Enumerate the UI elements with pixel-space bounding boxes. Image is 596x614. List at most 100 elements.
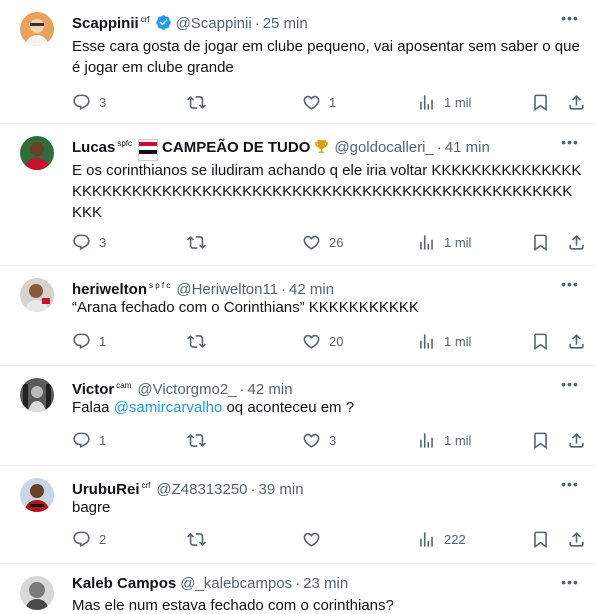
view-count: 1 mil xyxy=(444,234,472,250)
separator: · xyxy=(239,381,245,398)
name-suffix: cam xyxy=(116,381,132,390)
timestamp[interactable]: 42 min xyxy=(248,381,293,398)
bookmark-button[interactable] xyxy=(531,331,550,351)
reply-icon xyxy=(72,530,91,549)
tweet-actions: 3 26 1 mil xyxy=(72,232,582,252)
timestamp[interactable]: 39 min xyxy=(259,481,304,498)
timestamp[interactable]: 23 min xyxy=(303,575,348,592)
timestamp[interactable]: 42 min xyxy=(289,281,334,298)
more-icon[interactable]: ••• xyxy=(558,134,582,154)
share-icon xyxy=(567,93,586,112)
bookmark-icon xyxy=(531,332,550,351)
display-name[interactable]: UrubuRei xyxy=(72,481,140,498)
tweet-text: Falaa @samircarvalho oq aconteceu em ? xyxy=(72,397,582,418)
tweet[interactable]: Kaleb Campos @_kalebcampos · 23 min ••• Mas… xyxy=(0,564,596,614)
like-icon xyxy=(302,530,321,549)
views-icon xyxy=(417,233,436,252)
display-name-tail[interactable]: CAMPEÃO DE TUDO xyxy=(162,139,310,156)
like-button[interactable]: 3 xyxy=(302,430,336,450)
mention-link[interactable]: @samircarvalho xyxy=(114,399,223,416)
verified-badge-icon xyxy=(155,14,172,37)
views-button[interactable]: 1 mil xyxy=(417,331,471,351)
handle[interactable]: @Z48313250 xyxy=(156,481,247,498)
handle[interactable]: @_kalebcampos xyxy=(180,575,292,592)
reply-count: 1 xyxy=(99,333,107,349)
bookmark-button[interactable] xyxy=(531,529,550,549)
avatar[interactable] xyxy=(20,378,54,412)
view-count: 1 mil xyxy=(444,333,472,349)
tweet-actions: 1 20 1 mil xyxy=(72,331,582,351)
reply-button[interactable]: 3 xyxy=(72,232,106,252)
more-icon[interactable]: ••• xyxy=(558,476,582,496)
display-name[interactable]: Victor xyxy=(72,381,114,398)
avatar[interactable] xyxy=(20,278,54,312)
avatar[interactable] xyxy=(20,576,54,610)
bookmark-button[interactable] xyxy=(531,232,550,252)
more-icon[interactable]: ••• xyxy=(558,376,582,396)
separator: · xyxy=(436,139,442,156)
view-count: 222 xyxy=(444,531,466,547)
retweet-button[interactable] xyxy=(187,331,214,351)
retweet-button[interactable] xyxy=(187,529,214,549)
like-count: 26 xyxy=(329,234,344,250)
handle[interactable]: @Victorgmo2_ xyxy=(137,381,236,398)
retweet-button[interactable] xyxy=(187,430,214,450)
like-button[interactable]: 1 xyxy=(302,92,336,112)
bookmark-icon xyxy=(531,233,550,252)
more-icon[interactable]: ••• xyxy=(558,574,582,594)
more-icon[interactable]: ••• xyxy=(558,10,582,30)
handle[interactable]: @Scappinii xyxy=(176,15,252,32)
tweet[interactable]: Lucas spfc CAMPEÃO DE TUDO @goldocalleri_ · 4… xyxy=(0,124,596,266)
display-name[interactable]: heriwelton xyxy=(72,281,147,298)
tweet-text: Mas ele num estava fechado com o corinth… xyxy=(72,597,394,614)
avatar[interactable] xyxy=(20,136,54,170)
display-name[interactable]: Kaleb Campos xyxy=(72,575,176,592)
trophy-icon xyxy=(313,138,330,161)
views-button[interactable]: 1 mil xyxy=(417,430,471,450)
like-icon xyxy=(302,233,321,252)
reply-button[interactable]: 2 xyxy=(72,529,106,549)
views-button[interactable]: 1 mil xyxy=(417,92,471,112)
reply-button[interactable]: 1 xyxy=(72,331,106,351)
like-button[interactable] xyxy=(302,529,329,549)
avatar[interactable] xyxy=(20,478,54,512)
bookmark-button[interactable] xyxy=(531,92,550,112)
share-button[interactable] xyxy=(567,430,586,450)
view-count: 1 mil xyxy=(444,94,472,110)
tweet[interactable]: Scappinii crf @Scappinii · 25 min ••• Esse c… xyxy=(0,0,596,124)
tweet-text: Esse cara gosta de jogar em clube pequen… xyxy=(72,38,580,76)
views-button[interactable]: 1 mil xyxy=(417,232,471,252)
tweet-header: Scappinii crf @Scappinii · 25 min xyxy=(72,10,548,37)
like-icon xyxy=(302,93,321,112)
handle[interactable]: @goldocalleri_ xyxy=(334,139,433,156)
tweet[interactable]: heriwelton s p f c @Heriwelton11 · 42 min ••… xyxy=(0,266,596,366)
tweet[interactable]: Victor cam @Victorgmo2_ · 42 min ••• Falaa @… xyxy=(0,366,596,466)
share-button[interactable] xyxy=(567,232,586,252)
retweet-button[interactable] xyxy=(187,232,214,252)
separator: · xyxy=(250,481,256,498)
avatar[interactable] xyxy=(20,12,54,46)
retweet-button[interactable] xyxy=(187,92,214,112)
views-button[interactable]: 222 xyxy=(417,529,466,549)
display-name[interactable]: Lucas xyxy=(72,139,115,156)
share-button[interactable] xyxy=(567,529,586,549)
timestamp[interactable]: 41 min xyxy=(445,139,490,156)
share-button[interactable] xyxy=(567,92,586,112)
share-icon xyxy=(567,233,586,252)
bookmark-button[interactable] xyxy=(531,430,550,450)
like-count: 3 xyxy=(329,432,337,448)
more-icon[interactable]: ••• xyxy=(558,276,582,296)
reply-count: 3 xyxy=(99,234,107,250)
reply-count: 3 xyxy=(99,94,107,110)
handle[interactable]: @Heriwelton11 xyxy=(176,281,278,298)
tweet[interactable]: UrubuRei crf @Z48313250 · 39 min ••• bagre 2… xyxy=(0,466,596,564)
share-button[interactable] xyxy=(567,331,586,351)
display-name[interactable]: Scappinii xyxy=(72,15,139,32)
tweet-actions: 1 3 1 mil xyxy=(72,430,582,450)
like-button[interactable]: 26 xyxy=(302,232,343,252)
reply-button[interactable]: 1 xyxy=(72,430,106,450)
like-button[interactable]: 20 xyxy=(302,331,343,351)
reply-button[interactable]: 3 xyxy=(72,92,106,112)
bookmark-icon xyxy=(531,530,550,549)
timestamp[interactable]: 25 min xyxy=(263,15,308,32)
